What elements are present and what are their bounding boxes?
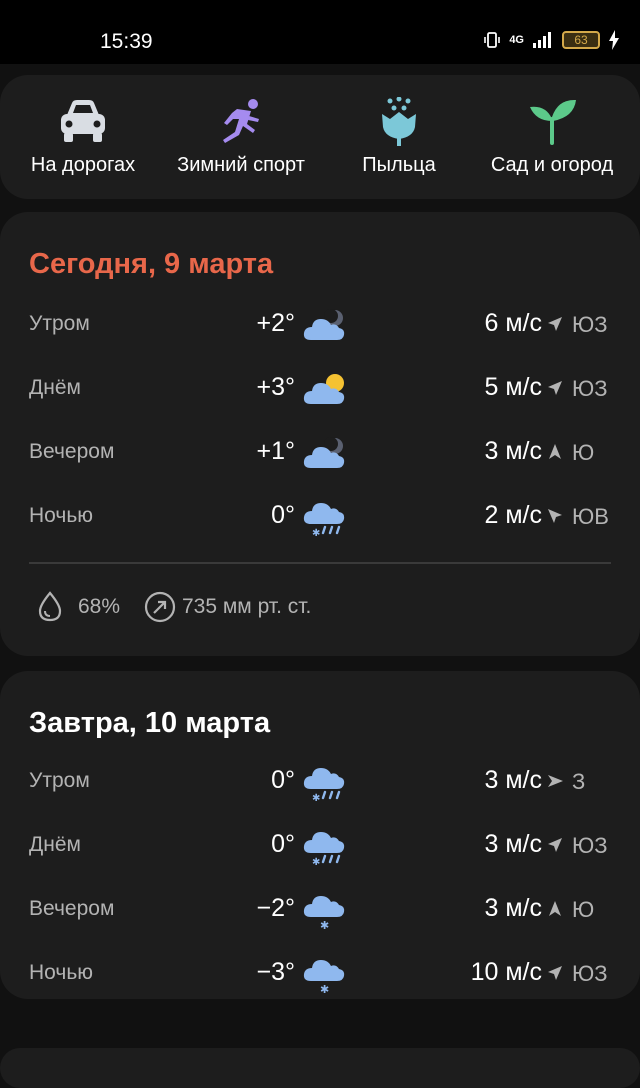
forecast-row: Ночью 0° ✱ 2 м/с ЮВ [0, 490, 640, 550]
svg-text:✱: ✱ [312, 857, 320, 867]
partly-sunny-icon [303, 374, 345, 404]
forecast-row: Днём +3° 5 м/с ЮЗ [0, 362, 640, 422]
vibrate-icon [484, 32, 501, 48]
temperature: 0° [271, 830, 295, 858]
charging-icon [609, 30, 619, 50]
tomorrow-title: Завтра, 10 марта [29, 707, 271, 739]
car-icon [61, 100, 105, 142]
wind-arrow-icon [548, 966, 562, 980]
signal-icon [533, 32, 551, 48]
rain-snow-icon: ✱ [303, 832, 345, 867]
wind-arrow-icon [548, 509, 562, 523]
cloudy-night-icon [303, 437, 345, 468]
wind-speed: 3 м/с [484, 766, 542, 794]
category-label: На дорогах [30, 154, 136, 176]
temperature: +2° [256, 309, 295, 337]
status-bar: 15:39 4G 63 [0, 0, 640, 64]
network-type: 4G [509, 34, 524, 46]
forecast-row: Вечером +1° 3 м/с Ю [0, 426, 640, 486]
battery-level: 63 [574, 33, 588, 47]
wind-arrow-icon [549, 444, 561, 459]
svg-text:✱: ✱ [312, 528, 320, 538]
snow-icon: ✱ [303, 960, 345, 995]
flower-icon [382, 97, 416, 146]
temperature: 0° [271, 766, 295, 794]
wind-direction: ЮЗ [572, 312, 608, 337]
battery-icon: 63 [562, 31, 600, 49]
wind-arrow-icon [548, 838, 562, 852]
wind-arrow-icon [548, 317, 562, 331]
period-label: Вечером [29, 897, 115, 920]
svg-text:✱: ✱ [320, 984, 329, 995]
wind-arrow-icon [548, 381, 562, 395]
rain-snow-icon: ✱ [303, 768, 345, 803]
sprout-icon [530, 99, 576, 145]
wind-direction: Ю [572, 440, 595, 465]
wind-direction: ЮЗ [572, 376, 608, 401]
wind-direction: Ю [572, 897, 595, 922]
wind-direction: ЮВ [572, 504, 609, 529]
wind-speed: 5 м/с [484, 373, 542, 401]
wind-arrow-icon [548, 775, 563, 787]
pressure-value: 735 мм рт. ст. [182, 595, 312, 618]
runner-icon [223, 99, 259, 143]
svg-text:✱: ✱ [312, 793, 320, 803]
pressure-icon [144, 591, 176, 623]
wind-speed: 3 м/с [484, 894, 542, 922]
wind-direction: ЮЗ [572, 833, 608, 858]
cloudy-night-icon [303, 309, 345, 340]
temperature: −2° [256, 894, 295, 922]
forecast-row: Вечером −2° ✱ 3 м/с Ю [0, 883, 640, 943]
category-label: Зимний спорт [177, 154, 305, 176]
forecast-row: Днём 0° ✱ 3 м/с ЮЗ [0, 819, 640, 879]
period-label: Утром [29, 312, 90, 335]
wind-speed: 10 м/с [470, 958, 542, 986]
humidity-value: 68% [78, 595, 121, 618]
category-label: Сад и огород [490, 154, 614, 176]
temperature: +3° [256, 373, 295, 401]
rain-snow-icon: ✱ [303, 503, 345, 538]
divider [29, 562, 611, 564]
categories-card: На дорогах Зимний спорт Пыльца Сад и ого… [0, 75, 640, 199]
wind-speed: 3 м/с [484, 437, 542, 465]
status-time: 15:39 [100, 30, 153, 53]
wind-speed: 6 м/с [484, 309, 542, 337]
wind-direction: ЮЗ [572, 961, 608, 986]
category-label: Пыльца [362, 154, 436, 176]
humidity-icon [38, 591, 62, 622]
forecast-row: Ночью −3° ✱ 10 м/с ЮЗ [0, 947, 640, 1007]
forecast-row: Утром 0° ✱ 3 м/с З [0, 755, 640, 815]
wind-speed: 2 м/с [484, 501, 542, 529]
today-card[interactable]: Сегодня, 9 марта Утром +2° 6 м/с ЮЗ Днём… [0, 212, 640, 656]
status-icons: 4G 63 [483, 30, 620, 50]
forecast-row: Утром +2° 6 м/с ЮЗ [0, 298, 640, 358]
period-label: Ночью [29, 504, 94, 527]
temperature: +1° [256, 437, 295, 465]
next-day-card[interactable] [0, 1048, 640, 1088]
period-label: Утром [29, 769, 90, 792]
period-label: Днём [29, 376, 81, 399]
temperature: −3° [256, 958, 295, 986]
svg-text:✱: ✱ [320, 920, 329, 931]
wind-direction: З [572, 769, 586, 794]
wind-speed: 3 м/с [484, 830, 542, 858]
snow-icon: ✱ [303, 896, 345, 931]
tomorrow-card[interactable]: Завтра, 10 марта Утром 0° ✱ 3 м/с З Днём… [0, 671, 640, 999]
period-label: Ночью [29, 961, 94, 984]
wind-arrow-icon [549, 901, 561, 916]
period-label: Вечером [29, 440, 115, 463]
temperature: 0° [271, 501, 295, 529]
today-title: Сегодня, 9 марта [29, 248, 274, 280]
period-label: Днём [29, 833, 81, 856]
